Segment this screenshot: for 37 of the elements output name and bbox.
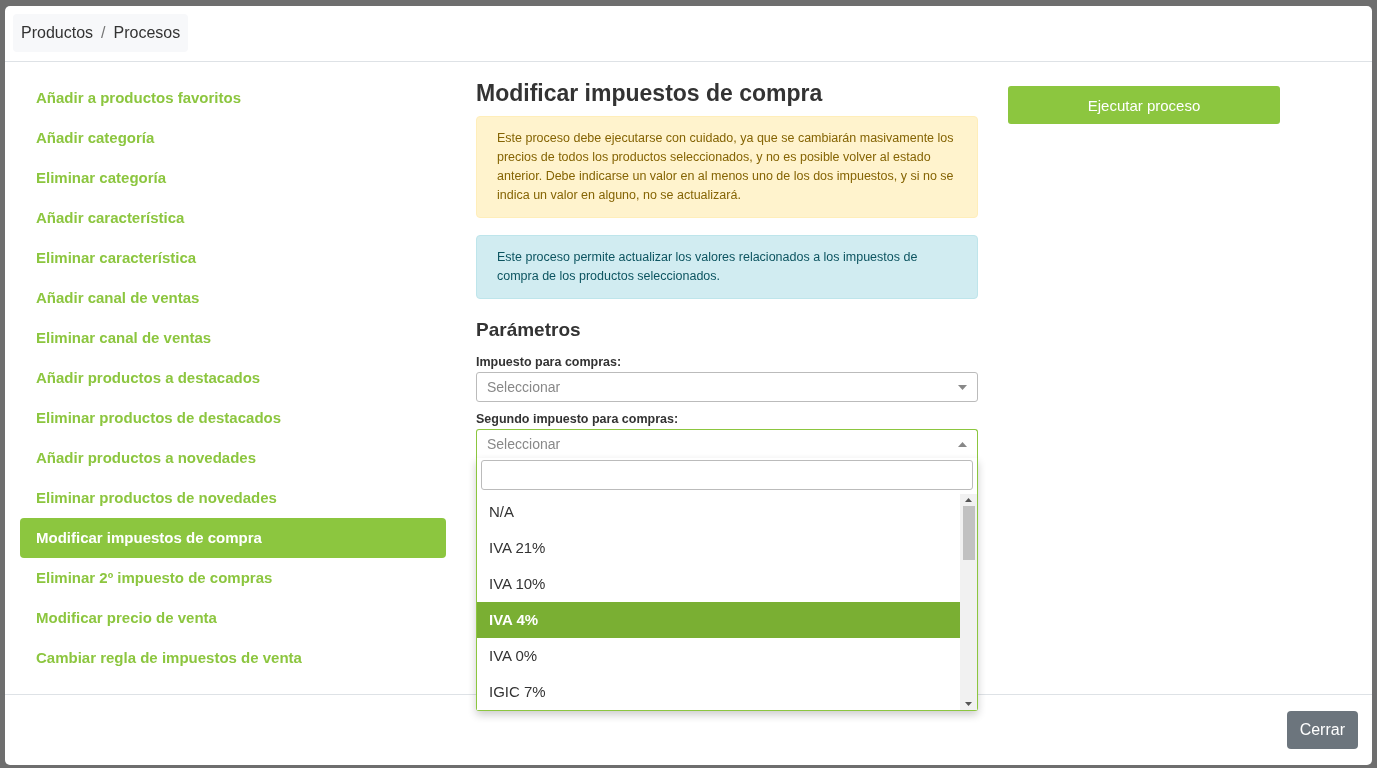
process-item[interactable]: Modificar impuestos de compra bbox=[20, 518, 446, 558]
process-item[interactable]: Eliminar categoría bbox=[20, 158, 446, 198]
process-item[interactable]: Añadir característica bbox=[20, 198, 446, 238]
select-field[interactable]: Seleccionar bbox=[476, 429, 978, 459]
scrollbar[interactable] bbox=[960, 494, 977, 710]
scroll-down-icon[interactable] bbox=[965, 702, 972, 706]
select-field[interactable]: Seleccionar bbox=[476, 372, 978, 402]
caret-icon bbox=[958, 384, 967, 390]
process-item[interactable]: Añadir productos a destacados bbox=[20, 358, 446, 398]
process-item[interactable]: Eliminar canal de ventas bbox=[20, 318, 446, 358]
search-field[interactable] bbox=[481, 460, 973, 490]
run-process-button[interactable]: Ejecutar proceso bbox=[1008, 86, 1280, 124]
process-item[interactable]: Eliminar 2º impuesto de compras bbox=[20, 558, 446, 598]
breadcrumb-separator: / bbox=[101, 24, 106, 42]
scrollbar-thumb[interactable] bbox=[962, 506, 975, 560]
field-label: Impuesto para compras: bbox=[476, 355, 623, 369]
process-item[interactable]: Cambiar regla de impuestos de venta bbox=[20, 638, 446, 678]
breadcrumb-item[interactable]: Productos bbox=[21, 24, 94, 42]
breadcrumb-item[interactable]: Procesos bbox=[113, 24, 181, 42]
field-label: Segundo impuesto para compras: bbox=[476, 412, 680, 426]
process-item[interactable]: Eliminar característica bbox=[20, 238, 446, 278]
parameters-heading: Parámetros bbox=[476, 319, 582, 341]
scroll-up-icon[interactable] bbox=[965, 498, 972, 502]
process-item[interactable]: Añadir categoría bbox=[20, 118, 446, 158]
process-item[interactable]: Eliminar productos de destacados bbox=[20, 398, 446, 438]
info-alert: Este proceso permite actualizar los valores relacionados a los impuestos de compra de los productos seleccionados. bbox=[476, 235, 978, 299]
process-item[interactable]: Añadir a productos favoritos bbox=[20, 78, 446, 118]
close-button[interactable]: Cerrar bbox=[1286, 711, 1358, 749]
dropdown-option[interactable]: IGIC 7% bbox=[477, 674, 960, 710]
caret-icon bbox=[958, 441, 967, 447]
process-item[interactable]: Modificar precio de venta bbox=[20, 598, 446, 638]
dropdown-option[interactable]: IVA 4% bbox=[477, 602, 960, 638]
process-title: Modificar impuestos de compra bbox=[476, 80, 824, 107]
process-item[interactable]: Eliminar productos de novedades bbox=[20, 478, 446, 518]
process-item[interactable]: Añadir productos a novedades bbox=[20, 438, 446, 478]
process-item[interactable]: Añadir canal de ventas bbox=[20, 278, 446, 318]
warning-alert: Este proceso debe ejecutarse con cuidado, ya que se cambiarán masivamente los precios de todos los productos seleccionados, y no es posible volver al estado anterior. Debe indicarse un valor en al menos uno de los dos impuestos, y si no se indica un valor en alguno, no se actualizará. bbox=[476, 116, 978, 218]
